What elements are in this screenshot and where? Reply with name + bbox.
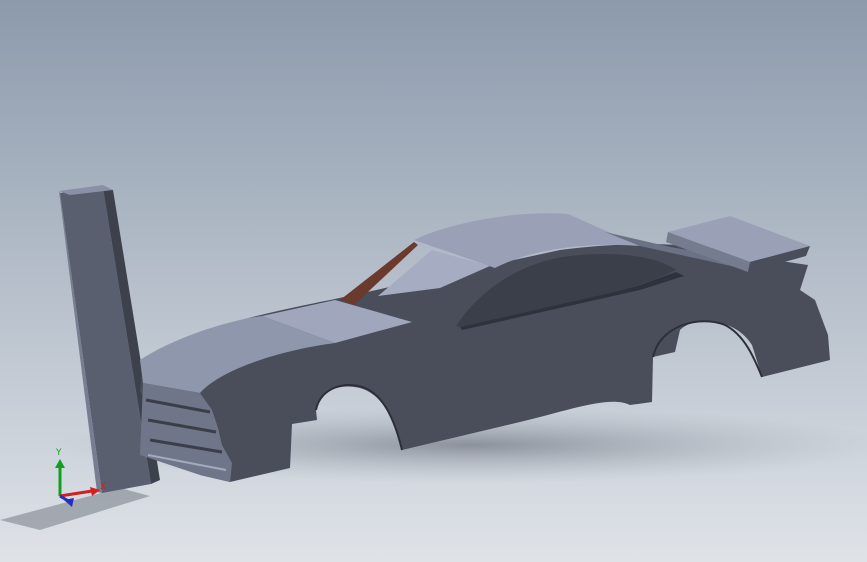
3d-model-scene[interactable]: Y X [0, 0, 867, 562]
graphics-viewport[interactable]: Y X [0, 0, 867, 562]
y-axis-label: Y [55, 448, 62, 458]
x-axis-label: X [100, 482, 106, 492]
